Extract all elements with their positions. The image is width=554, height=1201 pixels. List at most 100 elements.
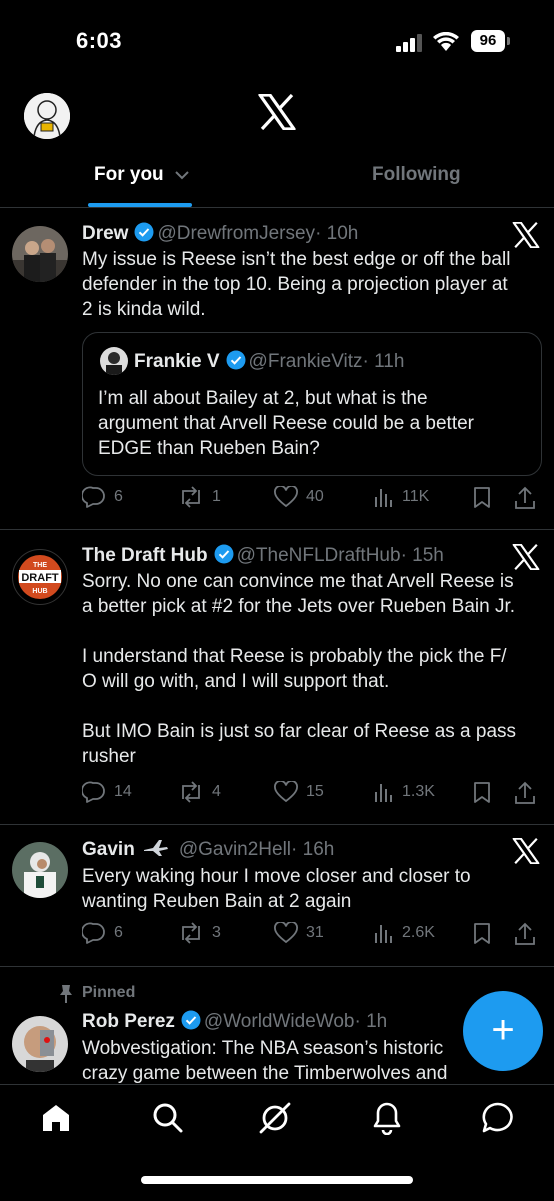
bookmark-icon[interactable]	[472, 923, 492, 945]
battery-level: 96	[471, 30, 505, 52]
status-time: 6:03	[76, 28, 123, 53]
bookmark-icon[interactable]	[472, 487, 492, 509]
avatar-text: HUB	[32, 588, 47, 595]
quote-avatar	[100, 347, 128, 375]
author-handle[interactable]: @DrewfromJersey	[157, 223, 315, 244]
share-icon[interactable]	[514, 781, 536, 805]
repost-icon	[182, 922, 200, 944]
like-count: 40	[306, 488, 324, 505]
reply-count: 6	[114, 488, 123, 505]
tweet-text-line: a better pick at #2 for the Jets over Ru…	[82, 596, 516, 617]
notifications-icon[interactable]	[372, 1101, 402, 1135]
repost-button[interactable]: 1	[178, 486, 221, 508]
verified-badge-icon	[181, 1010, 201, 1030]
author-name[interactable]: The Draft Hub	[82, 545, 208, 566]
share-icon[interactable]	[514, 922, 536, 946]
tweet-text: Every waking hour I move closer and clos…	[82, 864, 471, 914]
reply-button[interactable]: 14	[82, 781, 132, 803]
quote-text-line: EDGE than Rueben Bain?	[98, 438, 320, 459]
tweet-actions: 6 3 31 2.6K	[82, 922, 542, 948]
tweet-actions: 6 1 40 11K	[82, 486, 542, 512]
tweet-header: Rob Perez @WorldWideWob· 1h	[82, 1010, 387, 1033]
author-name[interactable]: Drew	[82, 223, 128, 244]
tweet-time: · 10h	[315, 223, 359, 244]
quote-header: Frankie V @FrankieVitz· 11h	[134, 350, 404, 373]
views-button[interactable]: 1.3K	[374, 781, 435, 803]
tweet-text-line: My issue is Reese isn’t the best edge or…	[82, 249, 511, 270]
author-handle[interactable]: @TheNFLDraftHub	[237, 545, 401, 566]
chevron-down-icon	[175, 171, 189, 180]
verified-badge-icon	[134, 222, 154, 242]
reply-icon	[82, 486, 105, 508]
quote-text: I’m all about Bailey at 2, but what is t…	[98, 386, 474, 461]
quote-author-handle: @FrankieVitz	[248, 351, 363, 372]
wifi-icon	[433, 32, 459, 51]
tab-following[interactable]: Following	[372, 164, 461, 186]
reply-icon	[82, 922, 105, 944]
grok-x-icon[interactable]	[512, 222, 540, 248]
tweet-header: Gavin @Gavin2Hell· 16h	[82, 838, 334, 861]
grok-x-icon[interactable]	[512, 838, 540, 864]
repost-button[interactable]: 4	[178, 781, 221, 803]
tweet-header: Drew @DrewfromJersey· 10h	[82, 222, 358, 245]
tweet-text-line: I understand that Reese is probably the …	[82, 646, 507, 667]
avatar[interactable]: THE DRAFT HUB	[12, 549, 68, 605]
repost-count: 1	[212, 488, 221, 505]
tweet-text-line: Every waking hour I move closer and clos…	[82, 866, 471, 887]
tab-for-you-label: For you	[94, 164, 164, 185]
repost-icon	[182, 781, 200, 803]
reply-button[interactable]: 6	[82, 486, 123, 508]
reply-count: 6	[114, 924, 123, 941]
views-button[interactable]: 2.6K	[374, 922, 435, 944]
profile-avatar[interactable]	[24, 93, 70, 139]
grok-icon[interactable]	[258, 1101, 292, 1135]
tweet-text-line: defender in the top 10. Being a projecti…	[82, 274, 508, 295]
compose-post-button[interactable]: +	[463, 991, 543, 1071]
verified-badge-icon	[214, 544, 234, 564]
tweet-text: Wobvestigation: The NBA season’s histori…	[82, 1036, 447, 1086]
share-icon[interactable]	[514, 486, 536, 510]
tweet-text: Sorry. No one can convince me that Arvel…	[82, 569, 516, 769]
home-icon[interactable]	[41, 1103, 71, 1133]
like-button[interactable]: 40	[274, 486, 324, 508]
like-button[interactable]: 31	[274, 922, 324, 944]
tweet-text-line: crazy game between the Timberwolves and	[82, 1063, 448, 1084]
messages-icon[interactable]	[481, 1101, 515, 1135]
repost-count: 4	[212, 783, 221, 800]
quote-text-line: argument that Arvell Reese could be a be…	[98, 413, 475, 434]
quote-text-line: I’m all about Bailey at 2, but what is t…	[98, 388, 428, 409]
jet-emoji-icon	[143, 840, 168, 856]
views-button[interactable]: 11K	[374, 486, 429, 508]
tweet-time: · 15h	[400, 545, 444, 566]
avatar[interactable]	[12, 842, 68, 898]
quote-author-name: Frankie V	[134, 351, 220, 372]
quote-time: · 11h	[362, 351, 405, 372]
bookmark-icon[interactable]	[472, 782, 492, 804]
pin-icon	[60, 985, 72, 1003]
tweet-time: · 16h	[291, 839, 335, 860]
avatar[interactable]	[12, 1016, 68, 1072]
reply-button[interactable]: 6	[82, 922, 123, 944]
grok-x-icon[interactable]	[512, 544, 540, 570]
like-icon	[274, 781, 298, 803]
repost-button[interactable]: 3	[178, 922, 221, 944]
tweet-actions: 14 4 15 1.3K	[82, 781, 542, 807]
author-handle[interactable]: @WorldWideWob	[204, 1011, 355, 1032]
like-button[interactable]: 15	[274, 781, 324, 803]
author-name[interactable]: Gavin	[82, 839, 135, 860]
pinned-label: Pinned	[82, 984, 136, 1001]
tweet-text-line: But IMO Bain is just so far clear of Ree…	[82, 721, 517, 742]
x-logo[interactable]	[258, 94, 296, 130]
tab-for-you[interactable]: For you	[94, 164, 189, 186]
tweet-text-line: O will go with, and I will support that.	[82, 671, 390, 692]
search-icon[interactable]	[152, 1102, 184, 1134]
reply-count: 14	[114, 783, 132, 800]
tweet-text-line: Wobvestigation: The NBA season’s histori…	[82, 1038, 444, 1059]
avatar[interactable]	[12, 226, 68, 282]
author-handle[interactable]: @Gavin2Hell	[179, 839, 291, 860]
author-name[interactable]: Rob Perez	[82, 1011, 175, 1032]
views-icon	[375, 784, 392, 802]
tweet-text-line: wanting Reuben Bain at 2 again	[82, 891, 352, 912]
divider	[0, 966, 554, 967]
tweet-text-line	[82, 619, 516, 644]
